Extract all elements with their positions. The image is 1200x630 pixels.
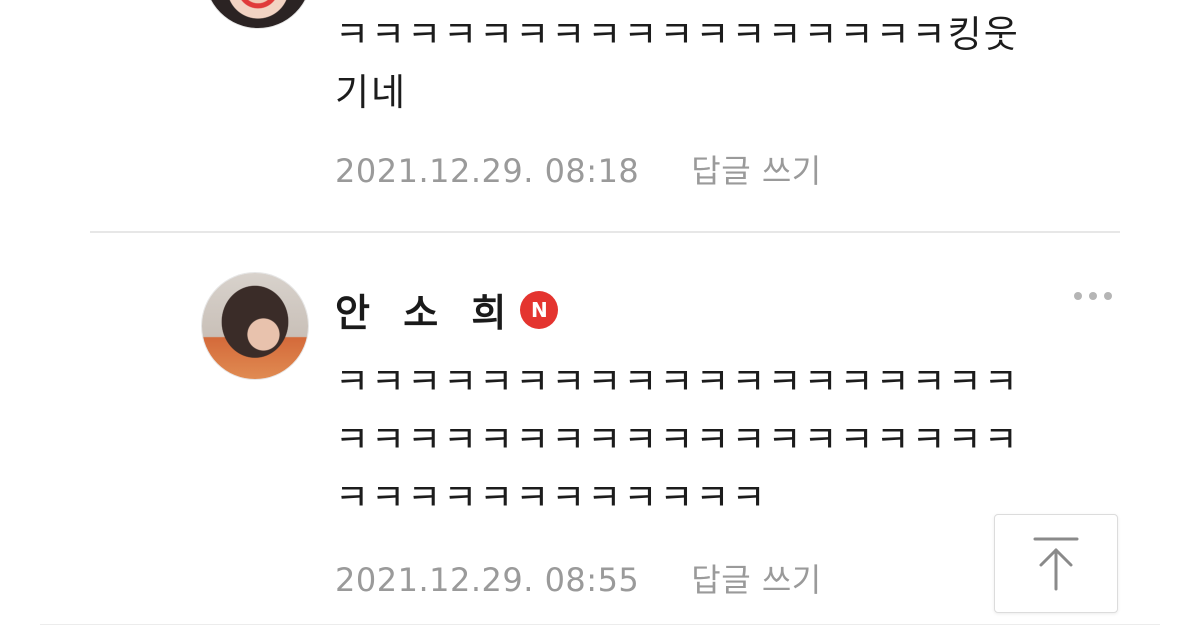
avatar[interactable] xyxy=(205,0,311,28)
dot xyxy=(1089,292,1097,300)
comment-text-line: ㅋㅋㅋㅋㅋㅋㅋㅋㅋㅋㅋㅋㅋㅋㅋㅋㅋㅋㅋ xyxy=(335,418,1020,461)
comment-timestamp: 2021.12.29. 08:18 xyxy=(335,152,640,190)
comment-text-line: ㅋㅋㅋㅋㅋㅋㅋㅋㅋㅋㅋㅋㅋㅋㅋㅋㅋ킹웃 xyxy=(335,13,1020,56)
comment-meta: 2021.12.29. 08:55 답글 쓰기 xyxy=(335,555,822,601)
divider xyxy=(90,231,1120,233)
more-icon[interactable] xyxy=(1074,292,1112,300)
comment-author[interactable]: 안 소 희 N xyxy=(335,282,559,337)
comment-text-line: ㅋㅋㅋㅋㅋㅋㅋㅋㅋㅋㅋㅋㅋㅋㅋㅋㅋㅋㅋ xyxy=(335,360,1020,403)
arrow-up-icon xyxy=(1033,537,1079,590)
comment-text-line: 기네 xyxy=(335,71,408,114)
avatar[interactable] xyxy=(202,273,308,379)
reply-button[interactable]: 답글 쓰기 xyxy=(691,561,821,599)
scroll-top-button[interactable] xyxy=(994,514,1118,613)
dot xyxy=(1074,292,1082,300)
comment-timestamp: 2021.12.29. 08:55 xyxy=(335,561,640,599)
reply-button[interactable]: 답글 쓰기 xyxy=(691,152,821,190)
new-badge: N xyxy=(520,290,559,329)
dot xyxy=(1104,292,1112,300)
divider xyxy=(40,624,1160,625)
comment-meta: 2021.12.29. 08:18 답글 쓰기 xyxy=(335,146,822,192)
comment-text-line: ㅋㅋㅋㅋㅋㅋㅋㅋㅋㅋㅋㅋ xyxy=(335,476,768,519)
author-name[interactable]: 안 소 희 xyxy=(335,282,516,337)
